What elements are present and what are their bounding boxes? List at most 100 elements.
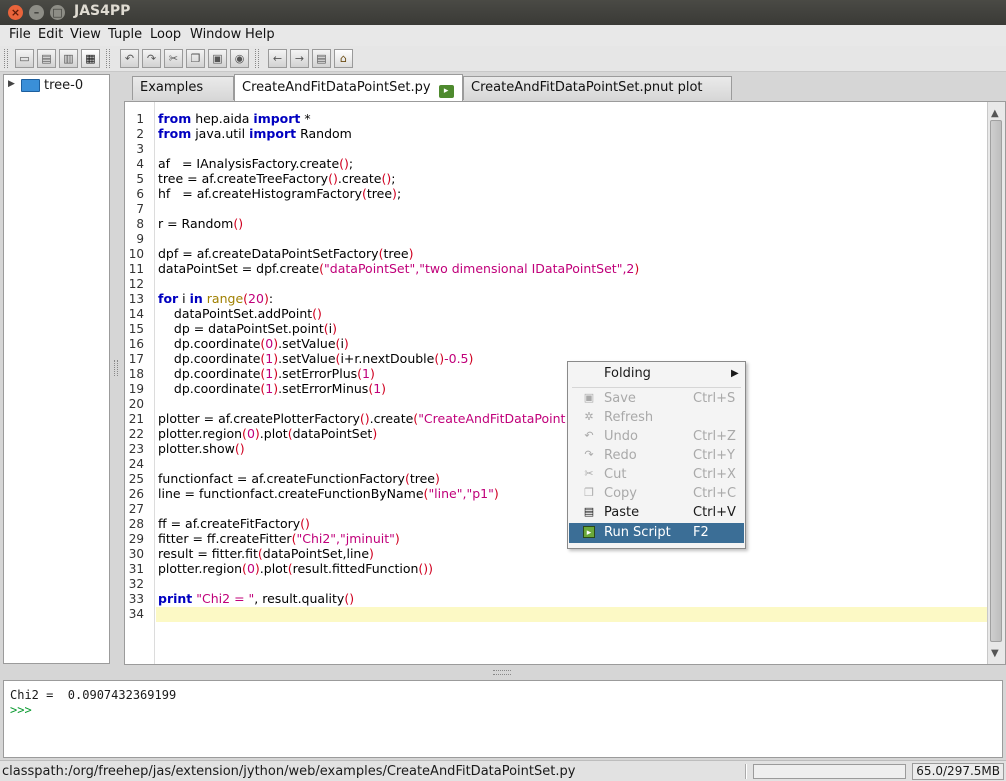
- line-number: 20: [128, 397, 144, 411]
- menu-item-refresh[interactable]: ✲ Refresh: [569, 408, 744, 427]
- minimize-window-button[interactable]: –: [29, 5, 44, 20]
- run-script-icon: ▸: [438, 85, 454, 98]
- code-editor[interactable]: 1 2 3 4 5 6 7 8 9 10 11 12 13 14 15 16 1…: [124, 101, 1006, 665]
- submenu-arrow-icon: ▶: [731, 368, 739, 379]
- line-number: 29: [128, 532, 144, 546]
- toolbar-grip[interactable]: [255, 49, 259, 68]
- expand-arrow-icon[interactable]: ▶: [8, 79, 15, 89]
- menu-item-save[interactable]: ▣ Save Ctrl+S: [569, 389, 744, 408]
- run-script-icon: ▸: [583, 526, 595, 538]
- console-output: Chi2 = 0.0907432369199: [10, 688, 177, 702]
- progress-bar: [753, 764, 906, 779]
- undo-icon: ↶: [584, 429, 594, 442]
- scrollbar-thumb[interactable]: [990, 120, 1002, 642]
- status-bar: classpath:/org/freehep/jas/extension/jyt…: [0, 760, 1006, 781]
- menu-item-cut[interactable]: ✂ Cut Ctrl+X: [569, 465, 744, 484]
- toolbar-grip[interactable]: [4, 49, 8, 68]
- line-number: 5: [136, 172, 144, 186]
- tree-node-label[interactable]: tree-0: [44, 78, 83, 93]
- vertical-scrollbar[interactable]: ▲ ▼: [987, 102, 1005, 664]
- horizontal-splitter[interactable]: [0, 667, 1006, 679]
- line-number: 33: [128, 592, 144, 606]
- maximize-window-button[interactable]: □: [50, 5, 65, 20]
- menu-tuple[interactable]: Tuple: [108, 27, 142, 42]
- line-number-gutter: 1 2 3 4 5 6 7 8 9 10 11 12 13 14 15 16 1…: [125, 102, 155, 664]
- menu-loop[interactable]: Loop: [150, 27, 181, 42]
- code-line: tree = af.createTreeFactory().create();: [158, 171, 396, 186]
- code-line: hf = af.createHistogramFactory(tree);: [158, 186, 402, 201]
- line-number: 3: [136, 142, 144, 156]
- line-number: 28: [128, 517, 144, 531]
- page-icon[interactable]: ▤: [312, 49, 331, 68]
- line-number: 34: [128, 607, 144, 621]
- home-icon[interactable]: ⌂: [334, 49, 353, 68]
- menu-edit[interactable]: Edit: [38, 27, 63, 42]
- line-number: 10: [128, 247, 144, 261]
- splitter-handle[interactable]: [114, 360, 118, 376]
- paste-icon[interactable]: ▣: [208, 49, 227, 68]
- status-path: classpath:/org/freehep/jas/extension/jyt…: [2, 764, 576, 779]
- line-number: 23: [128, 442, 144, 456]
- line-number: 26: [128, 487, 144, 501]
- menu-item-undo[interactable]: ↶ Undo Ctrl+Z: [569, 427, 744, 446]
- line-number: 31: [128, 562, 144, 576]
- code-line: af = IAnalysisFactory.create();: [158, 156, 354, 171]
- context-menu: Folding ▶ ▣ Save Ctrl+S ✲ Refresh ↶ Undo…: [567, 361, 746, 549]
- menu-window[interactable]: Window: [190, 27, 241, 42]
- find-icon[interactable]: ◉: [230, 49, 249, 68]
- menu-item-copy[interactable]: ❐ Copy Ctrl+C: [569, 484, 744, 503]
- console-prompt[interactable]: >>>: [10, 703, 32, 717]
- menu-file[interactable]: File: [9, 27, 31, 42]
- menu-item-run-script[interactable]: ▸ Run Script F2: [569, 523, 744, 543]
- new-icon[interactable]: ▭: [15, 49, 34, 68]
- tab-createandfitdatapointset-plot[interactable]: CreateAndFitDataPointSet.pnut plot≈: [463, 76, 732, 120]
- line-number: 14: [128, 307, 144, 321]
- menu-bar: File Edit View Tuple Loop Window Help: [0, 25, 1006, 46]
- menu-help[interactable]: Help: [245, 27, 275, 42]
- code-line: functionfact = af.createFunctionFactory(…: [158, 471, 440, 486]
- document-tabs: Examples● CreateAndFitDataPointSet.py ▸ C…: [124, 74, 1006, 120]
- console-panel[interactable]: Chi2 = 0.0907432369199 >>>: [3, 680, 1003, 758]
- splitter-handle[interactable]: [493, 670, 511, 675]
- line-number: 30: [128, 547, 144, 561]
- line-number: 21: [128, 412, 144, 426]
- line-number: 2: [136, 127, 144, 141]
- copy-icon[interactable]: ❐: [186, 49, 205, 68]
- code-line: dp.coordinate(1).setValue(i+r.nextDouble…: [158, 351, 474, 366]
- back-icon[interactable]: ←: [268, 49, 287, 68]
- menu-item-folding[interactable]: Folding ▶: [569, 364, 744, 383]
- line-number: 15: [128, 322, 144, 336]
- open-icon[interactable]: ▤: [37, 49, 56, 68]
- tab-examples[interactable]: Examples●: [132, 76, 234, 120]
- tab-label: CreateAndFitDataPointSet.py: [242, 80, 431, 95]
- cut-icon: ✂: [584, 467, 594, 480]
- refresh-icon: ✲: [584, 410, 594, 423]
- menu-item-redo[interactable]: ↷ Redo Ctrl+Y: [569, 446, 744, 465]
- code-line: plotter.region(0).plot(result.fittedFunc…: [158, 561, 434, 576]
- close-window-button[interactable]: ×: [8, 5, 23, 20]
- code-line: plotter.show(): [158, 441, 245, 456]
- window-title: JAS4PP: [74, 3, 131, 19]
- tab-createandfitdatapointset-py[interactable]: CreateAndFitDataPointSet.py ▸: [234, 74, 463, 101]
- forward-icon[interactable]: →: [290, 49, 309, 68]
- cut-icon[interactable]: ✂: [164, 49, 183, 68]
- undo-icon[interactable]: ↶: [120, 49, 139, 68]
- menu-item-paste[interactable]: ▤ Paste Ctrl+V: [569, 503, 744, 522]
- line-number: 8: [136, 217, 144, 231]
- redo-icon[interactable]: ↷: [142, 49, 161, 68]
- code-line: r = Random(): [158, 216, 244, 231]
- status-divider: [745, 764, 747, 779]
- scroll-down-icon[interactable]: ▼: [991, 648, 999, 659]
- line-number: 25: [128, 472, 144, 486]
- code-line: plotter.region(0).plot(dataPointSet): [158, 426, 378, 441]
- toolbar-grip[interactable]: [106, 49, 110, 68]
- memory-indicator[interactable]: 65.0/297.5MB: [912, 763, 1004, 780]
- line-number: 1: [136, 112, 144, 126]
- code-line: dp.coordinate(1).setErrorPlus(1): [158, 366, 375, 381]
- save-all-icon[interactable]: ▦: [81, 49, 100, 68]
- menu-view[interactable]: View: [70, 27, 101, 42]
- code-line: print "Chi2 = ", result.quality(): [158, 591, 355, 606]
- line-number: 19: [128, 382, 144, 396]
- scroll-up-icon[interactable]: ▲: [991, 108, 999, 119]
- save-icon[interactable]: ▥: [59, 49, 78, 68]
